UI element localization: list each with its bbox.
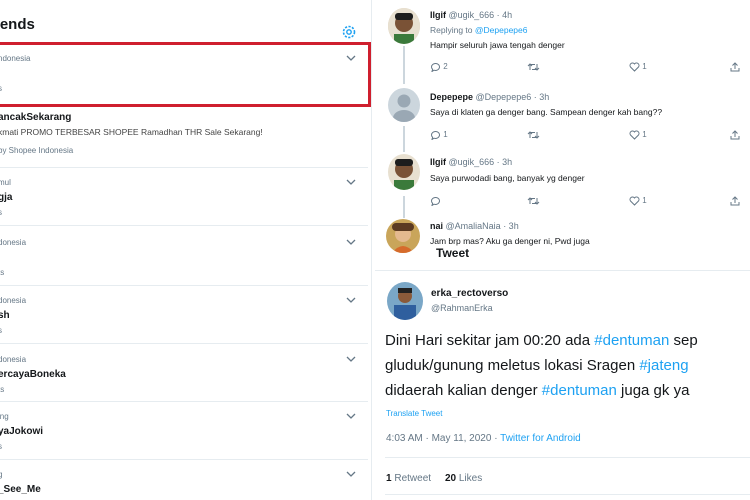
chevron-down-icon[interactable] (346, 296, 356, 304)
reply-text: Jam brp mas? Aku ga denger ni, Pwd juga (430, 236, 590, 246)
tweet-author-name[interactable]: erka_rectoverso (431, 288, 508, 299)
avatar[interactable] (388, 154, 420, 190)
trend-context: donesia (0, 296, 27, 305)
reply-icon (430, 130, 440, 141)
heart-icon (629, 62, 640, 72)
tweet-heading: Tweet (436, 246, 470, 260)
hashtag-link[interactable]: #jateng (639, 357, 688, 374)
tweet-author-handle[interactable]: @RahmanErka (431, 303, 493, 313)
reply-button[interactable]: 2 (430, 62, 448, 73)
reply-author[interactable]: nai @AmaliaNaia · 3h (430, 221, 519, 231)
chevron-down-icon[interactable] (346, 470, 356, 478)
thread-line (403, 46, 405, 84)
reply-text: Saya purwodadi bang, banyak yg denger (430, 173, 585, 183)
reply-text: Saya di klaten ga denger bang. Sampean d… (430, 107, 663, 117)
tweet-stats: 1 Retweet 20 Likes (386, 473, 482, 484)
like-button[interactable]: 1 (629, 196, 647, 206)
trend-item[interactable]: g _See_Me (0, 460, 368, 500)
gear-icon[interactable] (341, 24, 357, 40)
retweet-icon (527, 63, 540, 71)
share-button[interactable] (730, 130, 740, 140)
reply-actions: 2 1 (430, 62, 750, 74)
divider (385, 457, 750, 458)
share-icon (730, 130, 740, 140)
trend-name: gja (0, 192, 13, 203)
trends-title: rends (0, 16, 35, 33)
replying-to-link[interactable]: @Depepepe6 (475, 25, 528, 35)
share-icon (730, 196, 740, 206)
trends-panel: rends ndonesia s ancakSekarang kmati PRO… (0, 0, 372, 500)
retweet-icon (527, 131, 540, 139)
chevron-down-icon[interactable] (346, 178, 356, 186)
tweet-text-line: didaerah kalian denger #dentuman juga gk… (385, 382, 690, 399)
reply-button[interactable]: 1 (430, 130, 448, 141)
trend-item[interactable]: donesia ts (0, 226, 368, 286)
share-icon (730, 62, 740, 72)
retweet-button[interactable] (527, 196, 540, 206)
share-button[interactable] (730, 62, 740, 72)
trend-name: _See_Me (0, 484, 41, 495)
trend-count: s (0, 326, 2, 335)
like-count[interactable]: 20 Likes (445, 473, 482, 484)
replying-to: Replying to @Depepepe6 (430, 25, 528, 35)
tweet-text-line: Dini Hari sekitar jam 00:20 ada #dentuma… (385, 332, 698, 349)
trend-context: donesia (0, 355, 27, 364)
highlight-box (0, 42, 371, 107)
divider (385, 494, 750, 495)
promoted-by: by Shopee Indonesia (0, 146, 74, 155)
reply-author[interactable]: Ilgif @ugik_666 · 4h (430, 10, 512, 20)
trend-name: ancakSekarang (0, 112, 72, 123)
hashtag-link[interactable]: #dentuman (542, 382, 617, 399)
avatar[interactable] (386, 219, 420, 253)
retweet-count[interactable]: 1 Retweet (386, 473, 431, 484)
thread-line (403, 196, 405, 218)
like-button[interactable]: 1 (629, 62, 647, 72)
reply-actions: 1 1 (430, 130, 750, 142)
trend-name: yaJokowi (0, 426, 44, 437)
heart-icon (629, 196, 640, 206)
chevron-down-icon[interactable] (346, 355, 356, 363)
trends-header: rends (0, 8, 371, 40)
reply-author[interactable]: Ilgif @ugik_666 · 3h (430, 157, 512, 167)
reply-text: Hampir seluruh jawa tengah denger (430, 40, 565, 50)
like-button[interactable]: 1 (629, 130, 647, 140)
trend-item-promoted[interactable]: ancakSekarang kmati PROMO TERBESAR SHOPE… (0, 106, 368, 168)
trend-count: s (0, 208, 2, 217)
trend-context: donesia (0, 238, 27, 247)
tweet-meta: 4:03 AM · May 11, 2020 · Twitter for And… (386, 433, 581, 444)
reply-icon (430, 62, 440, 73)
retweet-icon (527, 197, 540, 205)
thread-line (403, 126, 405, 152)
trend-count: ts (0, 268, 5, 277)
hashtag-link[interactable]: #dentuman (594, 332, 669, 349)
trend-count: s (0, 442, 2, 451)
tweet-source-link[interactable]: Twitter for Android (500, 433, 581, 444)
reply-actions: 1 (430, 196, 750, 208)
trend-name: ercayaBoneka (0, 369, 66, 380)
trend-item[interactable]: donesia sh s (0, 286, 368, 344)
trend-description: kmati PROMO TERBESAR SHOPEE Ramadhan THR… (0, 127, 263, 137)
trend-item[interactable]: ing yaJokowi s (0, 402, 368, 460)
trend-context: ing (0, 412, 9, 421)
avatar[interactable] (387, 282, 423, 320)
reply-icon (430, 196, 440, 207)
avatar[interactable] (388, 88, 420, 122)
retweet-button[interactable] (527, 62, 540, 72)
retweet-button[interactable] (527, 130, 540, 140)
avatar[interactable] (388, 8, 420, 44)
reply-button[interactable] (430, 196, 441, 207)
translate-tweet-link[interactable]: Translate Tweet (386, 409, 442, 418)
trend-item[interactable]: mul gja s (0, 168, 368, 226)
heart-icon (629, 130, 640, 140)
trend-name: sh (0, 310, 10, 321)
chevron-down-icon[interactable] (346, 238, 356, 246)
reply-author[interactable]: Depepepe @Depepepe6 · 3h (430, 92, 549, 102)
trend-context: mul (0, 178, 11, 187)
trend-count: ts (0, 385, 5, 394)
trend-item[interactable]: donesia ercayaBoneka ts (0, 344, 368, 402)
tweet-text-line: gluduk/gunung meletus lokasi Sragen #jat… (385, 357, 689, 374)
chevron-down-icon[interactable] (346, 412, 356, 420)
share-button[interactable] (730, 196, 740, 206)
trend-context: g (0, 470, 2, 479)
